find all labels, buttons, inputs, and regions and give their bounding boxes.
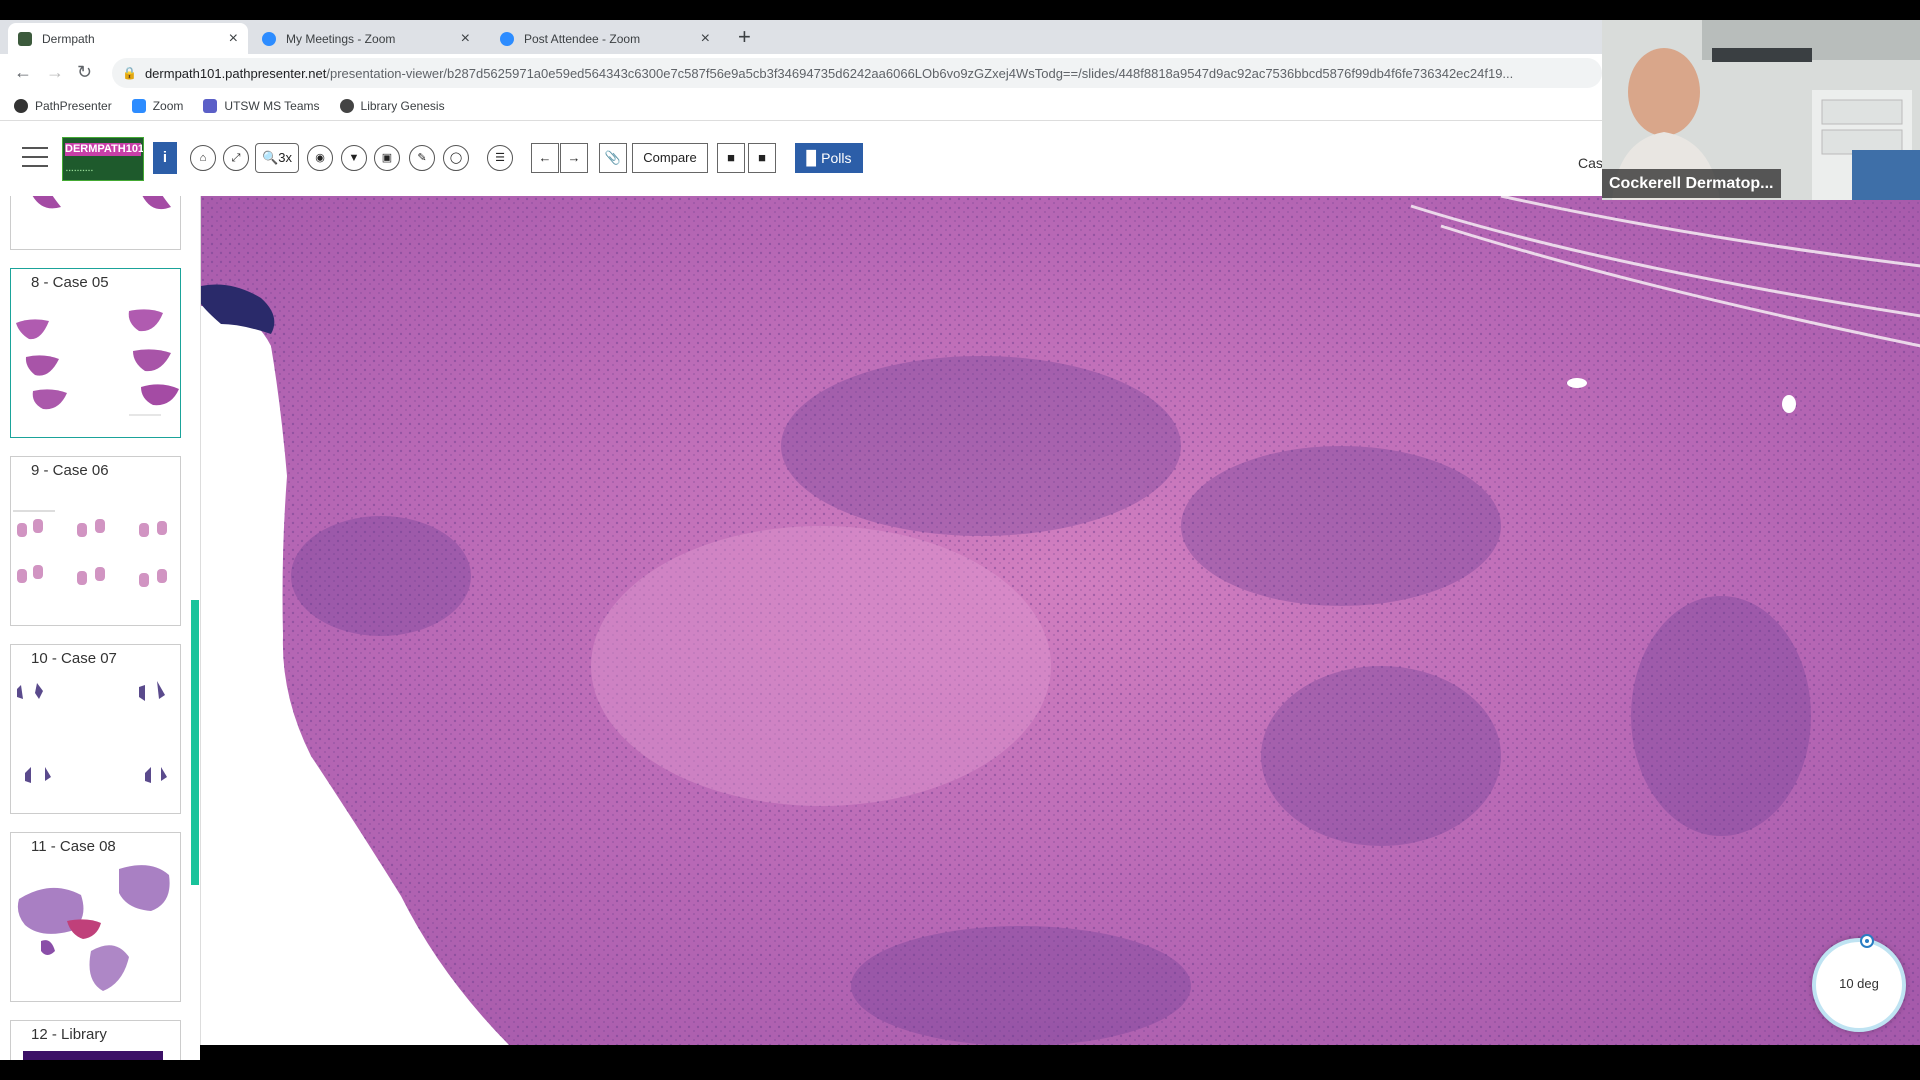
bookmark-label: Library Genesis [360,99,445,113]
zoom-favicon-icon [262,31,276,46]
zoom-favicon-icon [500,31,514,46]
close-tab-icon[interactable]: × [461,30,470,48]
compare-button[interactable]: Compare [632,143,708,173]
fullscreen-icon[interactable]: ⤢ [223,145,249,171]
zoom-level-button[interactable]: 🔍3x [255,143,299,173]
polls-button[interactable]: ▉ Polls [795,143,863,173]
stop-icon[interactable]: ■ [748,143,776,173]
bookmark-utsw-ms-teams[interactable]: UTSW MS Teams [203,99,320,113]
rotation-degree-label: 10 deg [1839,976,1879,991]
top-black-bar [0,0,1920,20]
histology-slide-image [201,196,1920,1045]
tab-my-meetings-zoom[interactable]: My Meetings - Zoom × [252,23,480,54]
zoom-icon [131,99,146,113]
slide-label: 8 - Case 05 [31,274,109,291]
url-host: dermpath101.pathpresenter.net [144,65,327,81]
dermpath101-logo: DERMPATH101 ▪▪▪▪▪▪▪▪▪▪ [62,137,144,181]
lock-icon: 🔒 [122,66,137,80]
zoom-level-label: 3x [278,150,292,165]
sidebar-scrollbar-thumb[interactable] [191,600,199,885]
filter-icon[interactable]: ▼ [341,145,367,171]
tab-title: Dermpath [42,31,95,46]
new-tab-button[interactable]: + [738,24,751,50]
info-button[interactable]: i [153,142,177,174]
polls-label: Polls [821,150,852,166]
close-tab-icon[interactable]: × [229,30,238,48]
library-genesis-icon [339,99,354,113]
reload-icon[interactable]: ↻ [77,62,92,83]
tab-title: Post Attendee - Zoom [524,31,641,46]
tab-post-attendee-zoom[interactable]: Post Attendee - Zoom × [490,23,720,54]
slide-label: 12 - Library [31,1026,107,1043]
attachment-icon[interactable]: 📎 [599,143,627,173]
bookmark-label: Zoom [152,99,184,113]
slide-label: 9 - Case 06 [31,462,109,479]
lasso-icon[interactable]: ◯ [443,145,469,171]
close-tab-icon[interactable]: × [701,30,710,48]
slide-thumbnail-image [32,196,171,210]
slide-label: 11 - Case 08 [31,838,116,855]
bookmark-library-genesis[interactable]: Library Genesis [339,99,445,113]
rotation-dial[interactable]: 10 deg [1812,938,1906,1032]
next-slide-button[interactable]: → [560,143,588,173]
monitor-icon[interactable]: ▣ [374,145,400,171]
tab-title: My Meetings - Zoom [286,31,396,46]
case-label-partial: Cas [1578,155,1603,171]
slide-sidebar: 8 - Case 05 9 - Case 06 10 - Case 07 11 … [0,196,200,1060]
sidebar-item-case-06[interactable]: 9 - Case 06 [10,456,181,626]
pathpresenter-icon [14,99,28,113]
slide-thumbnail-image [17,681,167,783]
slide-thumbnail-image [16,309,179,416]
home-icon[interactable]: ⌂ [190,145,216,171]
sidebar-item-library[interactable]: 12 - Library [10,1020,181,1060]
bookmark-label: PathPresenter [35,99,112,113]
sidebar-item-case-08[interactable]: 11 - Case 08 [10,832,181,1002]
url-field[interactable]: 🔒 dermpath101.pathpresenter.net/presenta… [112,58,1602,88]
dermpath-favicon-icon [18,31,32,46]
slide-viewer-canvas[interactable] [200,196,1920,1045]
pen-icon[interactable]: ✎ [409,145,435,171]
teams-icon [203,99,218,113]
bottom-black-bar [0,1060,1920,1080]
hamburger-menu-icon[interactable] [22,147,48,169]
slide-label: 10 - Case 07 [31,650,117,667]
previous-slide-button[interactable]: ← [531,143,559,173]
bookmark-label: UTSW MS Teams [224,99,320,113]
sidebar-item-case-07[interactable]: 10 - Case 07 [10,644,181,814]
bookmark-pathpresenter[interactable]: PathPresenter [14,99,112,113]
slide-thumbnail-image [13,510,167,587]
url-path: /presentation-viewer/b287d5625971a0e59ed… [326,65,1514,81]
logo-text: DERMPATH101 [65,143,144,156]
bookmark-zoom[interactable]: Zoom [131,99,184,113]
slide-thumbnail-partial[interactable] [10,196,181,250]
bar-chart-icon: ▉ [806,150,818,166]
forward-arrow-icon[interactable]: → [46,62,64,83]
sidebar-item-case-05[interactable]: 8 - Case 05 [10,268,181,438]
tab-dermpath[interactable]: Dermpath × [8,23,248,54]
participant-name-label: Cockerell Dermatop... [1602,169,1781,198]
list-icon[interactable]: ☰ [487,145,513,171]
camera-icon[interactable]: ◉ [307,145,333,171]
video-camera-icon[interactable]: ■ [717,143,745,173]
library-thumbnail [23,1051,163,1060]
slide-thumbnail-image [17,865,170,991]
magnifier-icon: 🔍 [262,150,279,165]
back-arrow-icon[interactable]: ← [14,62,32,83]
rotation-handle-icon[interactable] [1860,934,1874,948]
